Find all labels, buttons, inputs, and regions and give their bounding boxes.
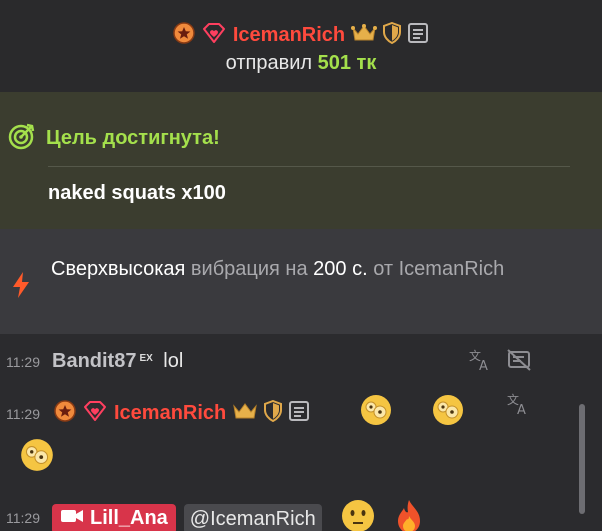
chat-message: 11:29 Bandit87 EX lol 文A xyxy=(0,344,580,378)
camera-icon xyxy=(60,507,84,530)
chat-message: 11:29 Lill_Ana @IcemanRich xyxy=(0,494,580,531)
message-time: 11:29 xyxy=(6,510,40,526)
crown-icon xyxy=(232,401,258,426)
goal-description: naked squats x100 xyxy=(48,182,226,204)
vibration-duration: 200 с. xyxy=(313,258,368,280)
crown-icon xyxy=(351,23,378,48)
message-time: 11:29 xyxy=(6,406,40,422)
emoji-face-icon xyxy=(358,392,394,433)
svg-text:A: A xyxy=(479,359,488,372)
message-body: Bandit87 EX lol xyxy=(52,350,183,373)
username-tag[interactable]: Lill_Ana xyxy=(52,503,176,531)
diamond-heart-icon xyxy=(201,22,227,49)
chat-message: 11:29 IcemanRich 文A xyxy=(0,392,580,482)
message-header: IcemanRich xyxy=(54,399,310,427)
lightning-icon xyxy=(10,271,32,304)
goal-header: Цель достигнута! xyxy=(8,122,220,155)
hide-message-icon[interactable] xyxy=(506,348,532,377)
star-badge-icon xyxy=(173,22,195,49)
message-time: 11:29 xyxy=(6,354,40,370)
goal-divider xyxy=(48,166,570,167)
message-body: Lill_Ana @IcemanRich xyxy=(52,498,424,531)
shield-icon xyxy=(383,21,402,49)
emoji-face-icon xyxy=(18,436,56,479)
emoji-face-icon xyxy=(430,392,466,433)
chat-username[interactable]: IcemanRich xyxy=(114,402,226,425)
shield-icon xyxy=(264,399,283,427)
tip-amount: 501 тк xyxy=(317,52,377,74)
tip-header: IcemanRich xyxy=(0,21,602,49)
vibration-notification: Сверхвысокая вибрация на 200 с. от Icema… xyxy=(0,229,602,334)
star-badge-icon xyxy=(54,400,76,427)
tip-notification: IcemanRich отправил 501 тк xyxy=(0,0,602,92)
goal-reached-panel: Цель достигнута! naked squats x100 xyxy=(0,92,602,229)
chat-scrollbar[interactable] xyxy=(579,404,585,514)
neutral-face-emoji-icon xyxy=(340,498,376,531)
translate-icon[interactable]: 文A xyxy=(468,348,494,377)
tip-username[interactable]: IcemanRich xyxy=(233,24,345,47)
translate-icon[interactable]: 文A xyxy=(506,392,532,421)
target-icon xyxy=(8,122,36,155)
fire-emoji-icon xyxy=(394,498,424,531)
vibration-label: вибрация на xyxy=(190,258,308,280)
vibration-from-label: от xyxy=(373,258,394,280)
diamond-heart-icon xyxy=(82,400,108,427)
chat-username: Lill_Ana xyxy=(90,507,168,529)
vibration-level: Сверхвысокая xyxy=(51,258,186,280)
vibration-text: Сверхвысокая вибрация на 200 с. от Icema… xyxy=(51,255,561,284)
svg-text:A: A xyxy=(517,403,526,416)
notes-icon[interactable] xyxy=(407,22,429,49)
message-text: lol xyxy=(163,350,184,372)
notes-icon[interactable] xyxy=(288,400,310,427)
tip-summary: отправил 501 тк xyxy=(0,52,602,75)
user-badge: EX xyxy=(139,352,153,364)
vibration-username[interactable]: IcemanRich xyxy=(399,258,505,280)
goal-title: Цель достигнута! xyxy=(46,127,220,149)
chat-username[interactable]: Bandit87 xyxy=(52,350,136,372)
user-mention[interactable]: @IcemanRich xyxy=(183,503,322,531)
tip-sent-label: отправил xyxy=(225,52,313,74)
